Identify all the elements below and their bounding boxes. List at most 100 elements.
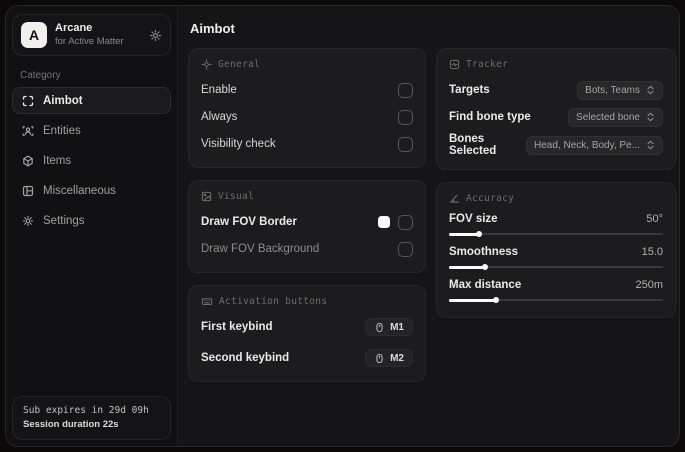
dropdown-row: Targets Bots, Teams (449, 79, 663, 101)
dropdown-value: Bots, Teams (585, 84, 640, 96)
cube-icon (22, 155, 34, 167)
section-title: Visual (218, 191, 255, 202)
draw-fov-border-checkbox[interactable] (398, 214, 413, 230)
bones-selected-dropdown[interactable]: Head, Neck, Body, Pe... (526, 135, 663, 155)
image-icon (201, 191, 212, 202)
dropdown-row: Find bone type Selected bone (449, 106, 663, 128)
crosshair-icon (201, 59, 212, 70)
dropdown-label: Targets (449, 84, 490, 96)
sidebar-item-label: Entities (43, 124, 81, 137)
sidebar-item-miscellaneous[interactable]: Miscellaneous (12, 177, 171, 204)
dropdown-label: Bones Selected (449, 133, 497, 157)
smoothness-slider[interactable] (449, 262, 663, 272)
dropdown-label: Find bone type (449, 111, 531, 123)
unfold-icon (646, 85, 655, 95)
slider-value: 50° (646, 213, 663, 225)
slider-label: FOV size (449, 213, 498, 225)
smoothness-group: Smoothness 15.0 (449, 246, 663, 272)
brand-card: A Arcane for Active Matter (12, 14, 171, 56)
setting-row: Always (201, 106, 413, 128)
category-label: Category (20, 70, 61, 81)
sidebar-item-label: Items (43, 154, 72, 167)
sub-expires-text: Sub expires in 29d 09h (23, 405, 149, 417)
unfold-icon (646, 112, 655, 122)
section-title: Activation buttons (219, 296, 328, 307)
slider-fill[interactable] (449, 297, 500, 303)
session-duration-text: Session duration 22s (23, 419, 119, 431)
max-distance-slider[interactable] (449, 295, 663, 305)
keybind-row: Second keybind M2 (201, 347, 413, 369)
tracker-card: Tracker Targets Bots, Teams Find bone ty… (436, 48, 676, 170)
mouse-icon (374, 353, 385, 364)
sidebar-item-label: Miscellaneous (43, 184, 116, 197)
keybind-label: First keybind (201, 321, 273, 333)
find-bone-type-dropdown[interactable]: Selected bone (568, 107, 663, 127)
second-keybind-button[interactable]: M2 (365, 349, 413, 367)
max-distance-group: Max distance 250m (449, 279, 663, 305)
slider-value: 250m (635, 279, 663, 291)
draw-fov-background-checkbox[interactable] (398, 241, 413, 257)
activity-icon (449, 59, 460, 70)
setting-label: Enable (201, 84, 237, 96)
app-logo: A (21, 22, 47, 48)
gear-icon (22, 215, 34, 227)
general-card: General Enable Always Visibility check (188, 48, 426, 168)
person-scan-icon (22, 125, 34, 137)
sidebar-item-aimbot[interactable]: Aimbot (12, 87, 171, 114)
dropdown-value: Selected bone (576, 111, 640, 123)
setting-label: Draw FOV Background (201, 243, 320, 255)
activation-card: Activation buttons First keybind M1 Seco… (188, 285, 426, 382)
sidebar-item-entities[interactable]: Entities (12, 117, 171, 144)
visibility-check-checkbox[interactable] (398, 136, 413, 152)
brand-subtitle: for Active Matter (55, 35, 124, 47)
slider-label: Max distance (449, 279, 522, 291)
section-title: General (218, 59, 261, 70)
section-title: Tracker (466, 59, 509, 70)
subscription-info: Sub expires in 29d 09h Session duration … (12, 396, 171, 440)
slider-fill[interactable] (449, 264, 489, 270)
accuracy-card: Accuracy FOV size 50° Smoothness 15.0 Ma… (436, 182, 676, 318)
main-panel: Aimbot General Enable Always Visibility … (178, 6, 679, 446)
mouse-icon (374, 322, 385, 333)
sidebar-nav: Aimbot Entities Items Miscellaneous Sett… (12, 87, 171, 234)
first-keybind-button[interactable]: M1 (365, 318, 413, 336)
fov-border-color-swatch[interactable] (378, 216, 390, 228)
setting-label: Visibility check (201, 138, 276, 150)
setting-row: Draw FOV Background (201, 238, 413, 260)
brand-name: Arcane (55, 22, 93, 35)
always-checkbox[interactable] (398, 109, 413, 125)
sidebar: A Arcane for Active Matter Category Aimb… (6, 6, 178, 446)
scan-icon (22, 95, 34, 107)
sidebar-item-label: Settings (43, 214, 85, 227)
layout-icon (22, 185, 34, 197)
keyboard-icon (201, 296, 213, 307)
section-title: Accuracy (466, 193, 515, 204)
fov-size-slider[interactable] (449, 229, 663, 239)
sidebar-item-label: Aimbot (43, 94, 83, 107)
sidebar-item-items[interactable]: Items (12, 147, 171, 174)
slider-value: 15.0 (641, 246, 663, 258)
setting-label: Always (201, 111, 238, 123)
keybind-value: M1 (390, 321, 404, 333)
fov-size-group: FOV size 50° (449, 213, 663, 239)
visual-card: Visual Draw FOV Border Draw FOV Backgrou… (188, 180, 426, 273)
dropdown-value: Head, Neck, Body, Pe... (534, 139, 640, 151)
targets-dropdown[interactable]: Bots, Teams (577, 80, 663, 100)
unfold-icon (646, 140, 655, 150)
gear-icon[interactable] (149, 29, 162, 42)
slider-label: Smoothness (449, 246, 519, 258)
slider-fill[interactable] (449, 231, 482, 237)
dropdown-row: Bones Selected Head, Neck, Body, Pe... (449, 133, 663, 157)
setting-row: Enable (201, 79, 413, 101)
setting-label: Draw FOV Border (201, 216, 297, 228)
keybind-row: First keybind M1 (201, 316, 413, 338)
setting-row: Draw FOV Border (201, 211, 413, 233)
angle-icon (449, 193, 460, 204)
setting-row: Visibility check (201, 133, 413, 155)
page-title: Aimbot (190, 21, 235, 36)
app-window: A Arcane for Active Matter Category Aimb… (5, 5, 680, 447)
sidebar-item-settings[interactable]: Settings (12, 207, 171, 234)
keybind-label: Second keybind (201, 352, 290, 364)
enable-checkbox[interactable] (398, 82, 413, 98)
keybind-value: M2 (390, 352, 404, 364)
